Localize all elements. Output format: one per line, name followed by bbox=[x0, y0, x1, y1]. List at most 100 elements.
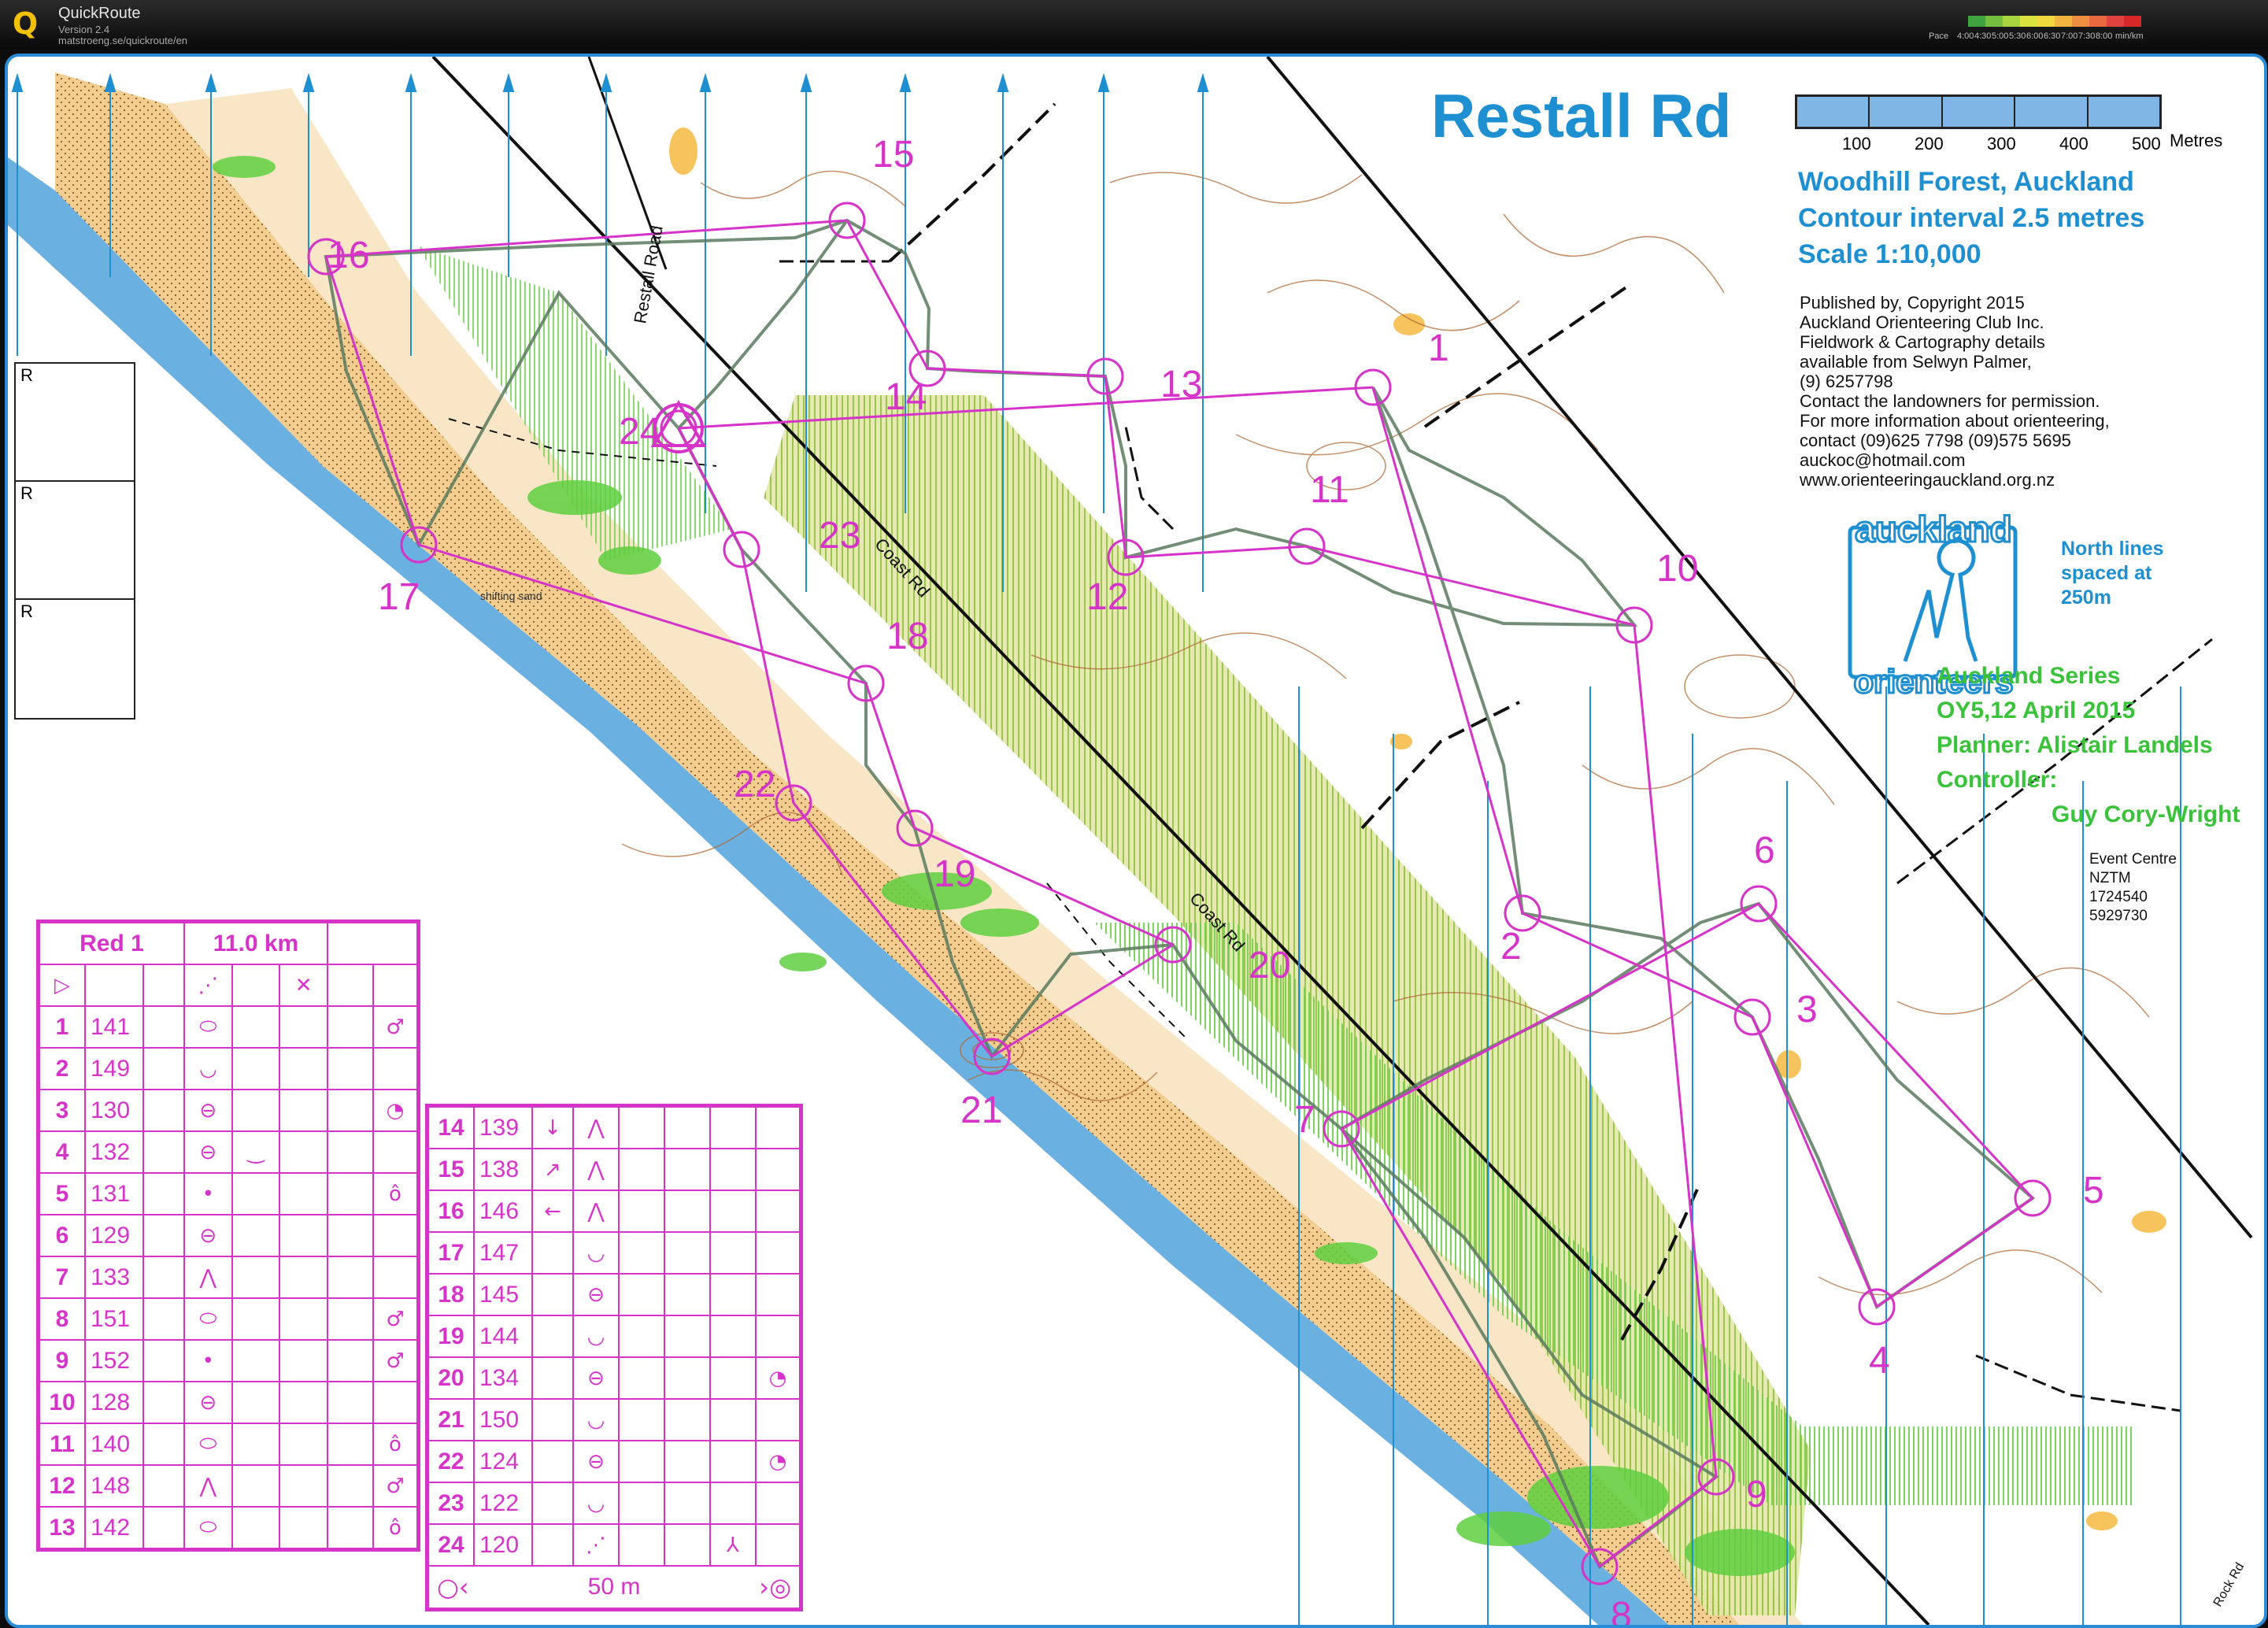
scale-unit: Metres bbox=[2170, 131, 2223, 150]
description-cell: ◡ bbox=[572, 1315, 620, 1358]
pace-color-swatch bbox=[2089, 16, 2107, 27]
description-cell: ♂ bbox=[372, 1005, 418, 1049]
description-cell: ♂ bbox=[372, 1464, 418, 1508]
scale-label-300: 300 bbox=[1987, 134, 2016, 154]
description-cell: 21 bbox=[427, 1398, 475, 1441]
map-credits: Published by, Copyright 2015 Auckland Or… bbox=[1800, 293, 2110, 490]
description-cell: ⅄ bbox=[709, 1523, 757, 1567]
description-cell: ⊖ bbox=[183, 1381, 233, 1424]
pace-label: 8:00 bbox=[2096, 31, 2113, 41]
description-row: 1 141 ⬭ ♂ bbox=[39, 1005, 418, 1049]
description-cell: 138 bbox=[473, 1148, 533, 1191]
description-row: 15 138 ↗ ⋀ bbox=[427, 1148, 801, 1191]
description-row: 17 147 ◡ bbox=[427, 1231, 801, 1275]
description-cell: 132 bbox=[84, 1130, 144, 1174]
finish-distance: 50 m bbox=[587, 1574, 641, 1600]
course-leg bbox=[1757, 902, 2034, 1200]
credit-line: (9) 6257798 bbox=[1800, 372, 1893, 391]
pace-color-swatch bbox=[2003, 16, 2020, 27]
control-number-9: 9 bbox=[1746, 1474, 1767, 1515]
credit-line: available from Selwyn Palmer, bbox=[1800, 352, 2032, 372]
pace-color-swatch bbox=[2107, 16, 2124, 27]
credit-line: Contact the landowners for permission. bbox=[1800, 391, 2100, 411]
course-leg bbox=[927, 367, 1106, 378]
description-cell: 130 bbox=[84, 1089, 144, 1132]
description-cell: ⋀ bbox=[572, 1190, 620, 1233]
map-scale: Scale 1:10,000 bbox=[1798, 239, 1981, 269]
course-leg bbox=[1371, 387, 1524, 914]
control-number-18: 18 bbox=[886, 616, 928, 657]
description-cell: 13 bbox=[39, 1506, 86, 1549]
map-location: Woodhill Forest, Auckland bbox=[1798, 167, 2134, 197]
description-cell: ⋀ bbox=[572, 1106, 620, 1149]
control-number-7: 7 bbox=[1294, 1099, 1315, 1141]
control-description-right: 14 139 ↓ ⋀ 15 138 ↗ ⋀ 16 146 ← ⋀ 17 147 ◡ 18 145 ⊖ 19 144 ◡ 2… bbox=[425, 1104, 803, 1611]
north-arrow bbox=[699, 72, 712, 92]
north-arrow bbox=[104, 72, 117, 92]
north-arrow bbox=[1197, 72, 1209, 92]
description-cell: 142 bbox=[84, 1506, 144, 1549]
description-cell: 20 bbox=[427, 1356, 475, 1400]
control-description-left: Red 1 11.0 km ▷ ⋰ ✕ 1 141 ⬭ ♂ 2 149 ◡ 3 130 ⊖ ◔ 4 13… bbox=[36, 919, 420, 1552]
description-row: 10 128 ⊖ bbox=[39, 1381, 418, 1424]
finish-left-icon: ○‹ bbox=[437, 1572, 469, 1602]
control-number-8: 8 bbox=[1611, 1595, 1632, 1625]
credit-line: www.orienteeringauckland.org.nz bbox=[1800, 470, 2055, 490]
description-row: 2 149 ◡ bbox=[39, 1047, 418, 1090]
description-cell: 7 bbox=[39, 1256, 86, 1299]
description-row: 14 139 ↓ ⋀ bbox=[427, 1106, 801, 1149]
credit-line: Auckland Orienteering Club Inc. bbox=[1800, 313, 2044, 332]
event-date: OY5,12 April 2015 bbox=[1937, 697, 2136, 723]
description-row: 19 144 ◡ bbox=[427, 1315, 801, 1358]
map-view[interactable]: 1 2 3 4 5 6 7 8 9 10 11 12 13 14 15 16 17 18 19 20 21 22 23 24 … bbox=[5, 54, 2267, 1628]
description-row: 4 132 ⊖ ‿ bbox=[39, 1130, 418, 1174]
description-row: 16 146 ← ⋀ bbox=[427, 1190, 801, 1233]
description-cell: 11 bbox=[39, 1423, 86, 1466]
description-row: 22 124 ⊖ ◔ bbox=[427, 1440, 801, 1483]
description-cell: 15 bbox=[427, 1148, 475, 1191]
description-row: 12 148 ⋀ ♂ bbox=[39, 1464, 418, 1508]
app-version: Version 2.4 bbox=[58, 24, 110, 35]
description-cell: 144 bbox=[473, 1315, 533, 1358]
r-box-3: R bbox=[14, 598, 135, 720]
description-cell: ◔ bbox=[372, 1089, 418, 1132]
description-row: 20 134 ⊖ ◔ bbox=[427, 1356, 801, 1400]
description-cell: ◔ bbox=[755, 1440, 801, 1483]
control-number-13: 13 bbox=[1160, 364, 1202, 405]
pace-label: 4:00 bbox=[1957, 31, 1974, 41]
control-number-3: 3 bbox=[1796, 989, 1818, 1030]
pace-color-swatch bbox=[1968, 16, 1985, 27]
description-cell: ⊖ bbox=[183, 1130, 233, 1174]
control-number-11: 11 bbox=[1310, 469, 1349, 511]
description-cell: 19 bbox=[427, 1315, 475, 1358]
map-title: Restall Rd bbox=[1431, 81, 1732, 150]
description-cell: ⬭ bbox=[183, 1005, 233, 1049]
description-cell: ◡ bbox=[572, 1231, 620, 1275]
course-leg bbox=[1876, 1197, 2033, 1308]
description-cell: 122 bbox=[473, 1482, 533, 1525]
scale-cells bbox=[1795, 94, 2162, 129]
description-cell: 16 bbox=[427, 1190, 475, 1233]
description-cell: 131 bbox=[84, 1172, 144, 1215]
description-cell: ⋀ bbox=[183, 1256, 233, 1299]
description-cell: 8 bbox=[39, 1297, 86, 1341]
pace-color-swatch bbox=[2072, 16, 2089, 27]
course-length: 11.0 km bbox=[183, 922, 328, 965]
pace-label: 7:00 bbox=[2061, 31, 2078, 41]
description-cell: ⊖ bbox=[572, 1273, 620, 1316]
description-cell: 10 bbox=[39, 1381, 86, 1424]
credit-line: contact (09)625 7798 (09)575 5695 bbox=[1800, 431, 2071, 450]
control-number-15: 15 bbox=[872, 134, 914, 176]
description-cell: ‿ bbox=[231, 1130, 281, 1174]
control-number-1: 1 bbox=[1428, 327, 1449, 369]
description-cell: ⬭ bbox=[183, 1423, 233, 1466]
description-cell: ⋀ bbox=[572, 1148, 620, 1191]
description-cell: ♂ bbox=[372, 1339, 418, 1382]
control-number-20: 20 bbox=[1249, 945, 1290, 986]
contour-interval: Contour interval 2.5 metres bbox=[1798, 203, 2145, 233]
north-arrow bbox=[899, 72, 912, 92]
description-cell: 22 bbox=[427, 1440, 475, 1483]
control-number-17: 17 bbox=[378, 576, 420, 618]
credit-line: Published by, Copyright 2015 bbox=[1800, 293, 2025, 313]
description-row: 6 129 ⊖ bbox=[39, 1214, 418, 1257]
